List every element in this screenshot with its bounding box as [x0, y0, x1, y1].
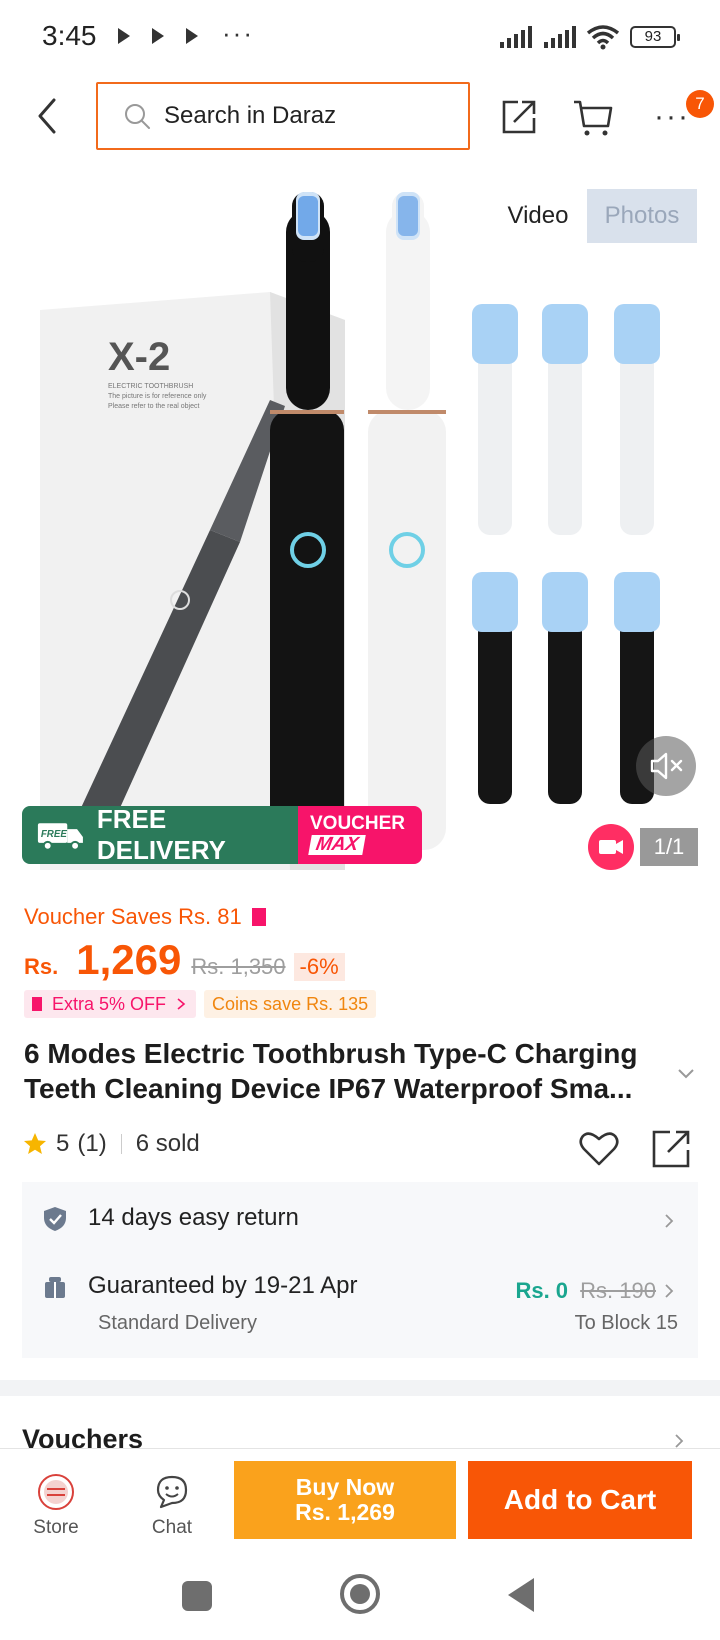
delivery-destination: To Block 15	[574, 1312, 678, 1334]
share-product-icon[interactable]	[650, 1126, 694, 1170]
free-delivery-voucher-banner: FREE FREE DELIVERY VOUCHER MAX	[22, 806, 422, 864]
box-line1: ELECTRIC TOOTHBRUSH	[108, 383, 193, 390]
voucher-max-label: MAX	[308, 834, 366, 855]
price-currency: Rs.	[24, 954, 59, 979]
voucher-label: VOUCHER	[310, 813, 406, 834]
rating-count: (1)	[77, 1130, 107, 1157]
product-image: X-2 ELECTRIC TOOTHBRUSH The picture is f…	[40, 192, 660, 870]
cart-count-badge: 7	[686, 90, 714, 118]
buy-now-button[interactable]: Buy Now Rs. 1,269	[234, 1461, 456, 1539]
chat-label: Chat	[151, 1517, 193, 1538]
delivery-fee-current: Rs. 0	[515, 1278, 569, 1303]
chat-icon	[156, 1475, 188, 1509]
delivery-fee: Rs. 0 Rs. 190	[515, 1278, 656, 1304]
delivery-type: Standard Delivery	[98, 1312, 257, 1334]
tab-video[interactable]: Video	[498, 189, 578, 243]
sold-count: 6 sold	[135, 1130, 200, 1157]
mute-button[interactable]	[636, 736, 696, 796]
discount-badge: -6%	[293, 953, 345, 981]
delivery-fee-old: Rs. 190	[580, 1278, 656, 1303]
battery-icon: 93	[630, 26, 680, 48]
service-info-box: 14 days easy return Guaranteed by 19-21 …	[22, 1182, 698, 1358]
search-input[interactable]: Search in Daraz	[96, 82, 470, 150]
search-icon	[125, 104, 150, 129]
wifi-icon	[586, 25, 620, 50]
free-delivery-label: FREE DELIVERY	[96, 806, 226, 864]
cart-icon[interactable]	[572, 96, 614, 138]
chevron-right-icon	[665, 1284, 674, 1298]
video-camera-icon[interactable]	[588, 824, 634, 870]
status-bar: 3:45 ··· 93	[0, 0, 720, 76]
returns-row[interactable]: 14 days easy return	[22, 1182, 698, 1258]
chat-button[interactable]: Chat	[132, 1473, 212, 1539]
gift-box-icon	[45, 1277, 65, 1298]
expand-title-chevron-icon[interactable]	[676, 1064, 696, 1084]
status-time: 3:45	[42, 20, 97, 51]
original-price: Rs. 1,350	[191, 954, 286, 979]
recent-apps-button[interactable]	[182, 1581, 212, 1611]
product-gallery[interactable]: X-2 ELECTRIC TOOTHBRUSH The picture is f…	[0, 170, 720, 880]
media-play-icon	[186, 28, 198, 44]
price-row: Rs. 1,269 Rs. 1,350 -6%	[24, 936, 345, 986]
media-play-icon	[118, 28, 130, 44]
share-icon[interactable]	[498, 96, 540, 138]
extra-bookmark-icon	[32, 997, 42, 1011]
add-to-cart-button[interactable]: Add to Cart	[468, 1461, 692, 1539]
store-label: Store	[33, 1517, 79, 1538]
voucher-saves[interactable]: Voucher Saves Rs. 81	[24, 904, 266, 930]
search-placeholder: Search in Daraz	[164, 102, 337, 129]
image-counter: 1/1	[640, 828, 698, 866]
home-button[interactable]	[340, 1574, 380, 1614]
bottom-action-bar: Store Chat Buy Now Rs. 1,269 Add to Cart	[0, 1448, 720, 1556]
wishlist-heart-icon[interactable]	[578, 1128, 620, 1168]
signal-icon	[500, 26, 532, 48]
more-menu-icon[interactable]: ···	[654, 100, 690, 134]
box-line3: Please refer to the real object	[108, 403, 199, 410]
voucher-bookmark-icon	[251, 908, 266, 926]
store-button[interactable]: Store	[16, 1473, 96, 1539]
truck-free-label: FREE	[41, 829, 68, 840]
promo-chips: Extra 5% OFF Coins save Rs. 135	[24, 990, 377, 1018]
extra-off-chip[interactable]: Extra 5% OFF	[24, 990, 197, 1018]
divider	[120, 1134, 122, 1154]
media-play-icon	[152, 28, 164, 44]
chevron-right-icon	[665, 1214, 674, 1228]
section-divider	[0, 1380, 720, 1396]
more-notifications-icon: ···	[222, 18, 254, 48]
coins-chip: Coins save Rs. 135	[204, 990, 377, 1018]
camera-glyph-icon	[599, 840, 623, 854]
chevron-right-icon	[177, 998, 186, 1010]
buy-now-label: Buy Now	[295, 1474, 395, 1500]
shield-check-icon	[44, 1207, 66, 1231]
back-arrow-icon[interactable]	[34, 96, 62, 136]
rating-row[interactable]: 5 (1) 6 sold	[22, 1130, 200, 1158]
price-amount: 1,269	[76, 936, 182, 983]
delivery-truck-icon: FREE	[37, 823, 83, 851]
box-line2: The picture is for reference only	[108, 393, 207, 400]
product-title: 6 Modes Electric Toothbrush Type-C Charg…	[24, 1038, 638, 1104]
tab-photos[interactable]: Photos	[587, 189, 697, 243]
returns-text: 14 days easy return	[88, 1204, 299, 1231]
speaker-muted-icon	[650, 752, 683, 780]
rating-value: 5	[56, 1130, 70, 1157]
guarantee-text: Guaranteed by 19-21 Apr	[88, 1272, 358, 1299]
extra-off-text: Extra 5% OFF	[52, 994, 167, 1014]
buy-now-price: Rs. 1,269	[295, 1499, 395, 1525]
box-model-label: X-2	[108, 335, 170, 379]
system-back-button[interactable]	[508, 1578, 534, 1612]
star-icon	[24, 1133, 46, 1154]
system-navigation-bar	[0, 1556, 720, 1640]
store-logo-icon	[38, 1474, 74, 1510]
signal-icon	[544, 26, 576, 48]
voucher-saves-text: Voucher Saves Rs. 81	[24, 904, 242, 929]
